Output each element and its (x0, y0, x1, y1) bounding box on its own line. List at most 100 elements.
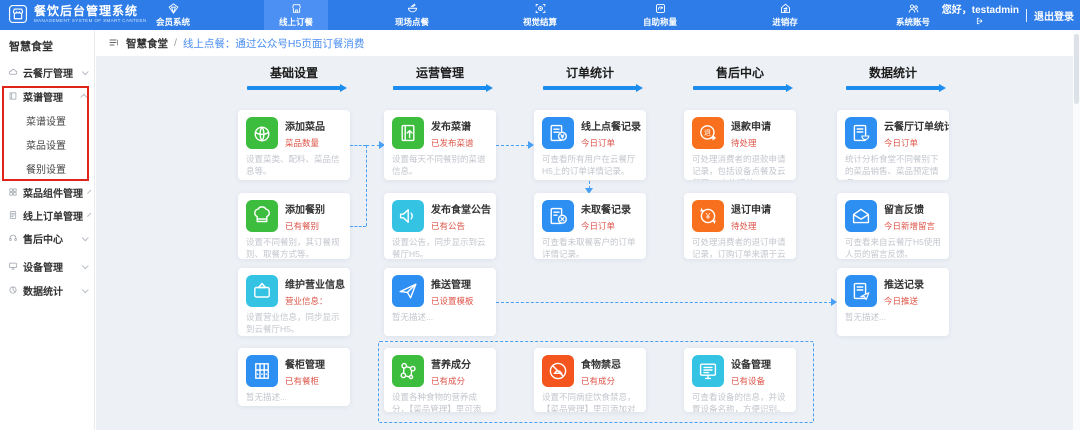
card-push-management[interactable]: 推送管理 已设置模板 暂无描述... (384, 268, 496, 336)
column-header-basic-settings: 基础设置 (238, 64, 350, 92)
card-description: 可查看未取餐客户的订单详情记录。 (542, 237, 636, 259)
sidebar-title: 智慧食堂 (9, 41, 53, 53)
users-icon (907, 2, 920, 15)
topnav-label: 进销存 (772, 17, 798, 27)
column-header-operation: 运营管理 (384, 64, 496, 92)
no-food-icon (542, 355, 574, 387)
topnav-label: 自助称量 (642, 17, 677, 27)
card-device-management[interactable]: 设备管理 已有设备 可查看设备的信息，并设置设备名称，方便识别。 (684, 348, 796, 412)
card-description: 暂无描述... (845, 312, 887, 322)
storefront-icon (290, 2, 303, 15)
connector-line (350, 145, 366, 146)
card-feedback[interactable]: 留言反馈 今日新增留言 可查看来自云餐厅H5使用人员的留言反馈。 (837, 193, 949, 259)
card-cloud-order-stats[interactable]: 云餐厅订单统计今日订单 统计分析食堂不同餐别下的菜品销售、菜品预定情况。 (837, 110, 949, 180)
stats-pie-icon (8, 285, 18, 295)
status-text: 已有公告 (431, 221, 466, 231)
menu-book-up-icon (392, 117, 424, 149)
refund-icon: 退 (692, 117, 724, 149)
card-description: 可处理消费者的退订申请记录，订购订单来源于云餐厅H5上的订单。 (692, 237, 786, 259)
topnav-visual-checkout[interactable]: 视觉结算 (504, 0, 576, 30)
flow-canvas: 基础设置 运营管理 订单统计 售后中心 数据统计 添加菜品 菜品数量 设置菜类、… (96, 56, 1080, 430)
card-business-info[interactable]: 维护营业信息 营业信息： 设置营业信息，同步显示到云餐厅H5。 (238, 268, 350, 336)
topnav-system-account[interactable]: 系统账号 (877, 0, 949, 30)
logout-button[interactable]: 退出登录 (1034, 8, 1074, 23)
status-text: 今日订单 (581, 221, 616, 231)
card-refund-request[interactable]: 退 退款申请待处理 可处理消费者的退款申请记录，包括设备点餐及云餐厅H5上的订单… (684, 110, 796, 180)
card-meal-cabinet[interactable]: 餐柜管理 已有餐柜 暂无描述... (238, 348, 350, 406)
card-cancel-order-request[interactable]: ¥ 退订申请待处理 可处理消费者的退订申请记录，订购订单来源于云餐厅H5上的订单… (684, 193, 796, 259)
chevron-down-icon (87, 189, 92, 194)
status-text: 今日推送 (884, 296, 919, 306)
card-online-order-record[interactable]: 线上点餐记录 今日订单 可查看所有用户在云餐厅H5上的订单详情记录。 (534, 110, 646, 180)
status-text: 菜品数量 (285, 138, 320, 148)
card-description: 设置每天不同餐别的菜谱信息。 (392, 154, 486, 176)
diamond-icon (167, 2, 180, 15)
svg-text:退: 退 (704, 128, 711, 137)
sidebar-item-online-orders[interactable]: 线上订单管理 (8, 205, 92, 225)
order-doc-icon (8, 210, 18, 220)
card-nutrition[interactable]: 营养成分已有成分 设置各种食物的营养成分，【菜品管理】里可添加对应的食物及分..… (384, 348, 496, 412)
inventory-house-icon (779, 2, 792, 15)
cloud-icon (8, 67, 18, 77)
connector-line (350, 226, 366, 227)
card-description: 设置不同餐别，其订餐规则、取餐方式等。 (246, 237, 340, 259)
status-text: 已有餐别 (285, 221, 320, 231)
topnav-label: 现场点餐 (394, 17, 429, 27)
column-header-data-stats: 数据统计 (837, 64, 949, 92)
topnav-label: 系统账号 (895, 17, 930, 27)
breadcrumb-separator: / (174, 37, 177, 49)
sidebar-item-aftersales-center[interactable]: 售后中心 (8, 228, 89, 248)
topnav-member-system[interactable]: 会员系统 (137, 0, 209, 30)
sidebar-subitem-dish-settings[interactable]: 菜品设置 (26, 134, 66, 154)
switch-account-icon (976, 17, 984, 25)
sidebar-item-dish-components[interactable]: 菜品组件管理 (8, 182, 92, 202)
topnav-onsite-ordering[interactable]: 现场点餐 (376, 0, 448, 30)
card-publish-menu[interactable]: 发布菜谱 已发布菜谱 设置每天不同餐别的菜谱信息。 (384, 110, 496, 180)
sidebar-subitem-recipe-settings[interactable]: 菜谱设置 (26, 110, 66, 130)
status-text: 待处理 (731, 221, 757, 231)
sidebar-item-data-statistics[interactable]: 数据统计 (8, 280, 89, 300)
topnav-self-weighing[interactable]: 自助称量 (624, 0, 696, 30)
blue-arrow-bar (543, 83, 643, 92)
connector-line (496, 145, 529, 146)
molecule-icon (392, 355, 424, 387)
sidebar-subitem-meal-settings[interactable]: 餐别设置 (26, 158, 66, 178)
scrollbar-track[interactable] (1073, 30, 1080, 430)
card-add-dish[interactable]: 添加菜品 菜品数量 设置菜类、配料、菜品信息等。 (238, 110, 350, 180)
topnav-label: 线上订餐 (278, 17, 313, 27)
breadcrumb-current[interactable]: 线上点餐：通过公众号H5页面订餐消费 (183, 36, 364, 51)
topnav-online-ordering[interactable]: 线上订餐 (264, 0, 328, 30)
sidebar-item-device-management[interactable]: 设备管理 (8, 256, 89, 276)
blue-arrow-bar (247, 83, 347, 92)
sidebar-item-cloud-restaurant[interactable]: 云餐厅管理 (8, 62, 89, 82)
card-unclaimed-meal-record[interactable]: 未取餐记录 今日订单 可查看未取餐客户的订单详情记录。 (534, 193, 646, 259)
connector-line (366, 145, 380, 146)
card-description: 统计分析食堂不同餐别下的菜品销售、菜品预定情况。 (845, 154, 939, 180)
connector-line (366, 145, 367, 226)
card-push-record[interactable]: 推送记录 今日推送 暂无描述... (837, 268, 949, 336)
sidebar-item-recipe-management[interactable]: 菜谱管理 (8, 86, 89, 106)
topnav-inventory[interactable]: 进销存 (749, 0, 821, 30)
card-add-meal-type[interactable]: 添加餐别 已有餐别 设置不同餐别，其订餐规则、取餐方式等。 (238, 193, 350, 259)
user-area: 您好，testadmin 退出登录 (942, 0, 1074, 30)
chevron-down-icon (81, 261, 89, 269)
app-window: 餐饮后台管理系统 MANAGEMENT SYSTEM OF SMART CANT… (0, 0, 1080, 430)
divider (1026, 8, 1027, 22)
card-description: 可查看来自云餐厅H5使用人员的留言反馈。 (845, 237, 941, 259)
topnav-label: 会员系统 (155, 17, 190, 27)
user-greeting[interactable]: 您好，testadmin (942, 5, 1019, 25)
card-canteen-notice[interactable]: 发布食堂公告 已有公告 设置公告，同步显示到云餐厅H5。 (384, 193, 496, 259)
chevron-down-icon (81, 67, 89, 75)
card-description: 设置营业信息，同步显示到云餐厅H5。 (246, 312, 340, 334)
list-icon (108, 37, 120, 49)
app-subtitle: MANAGEMENT SYSTEM OF SMART CANTEEN (34, 18, 147, 24)
card-food-taboo[interactable]: 食物禁忌已有成分 设置不同病症饮食禁忌，【菜品管理】里可添加对应的。 (534, 348, 646, 412)
chevron-up-icon (80, 93, 88, 101)
svg-text:¥: ¥ (705, 212, 711, 221)
doc-cancel-icon (542, 200, 574, 232)
connector-line (589, 181, 590, 189)
scrollbar-thumb[interactable] (1074, 34, 1079, 104)
card-description: 可处理消费者的退款申请记录，包括设备点餐及云餐厅H5上的订单... (692, 154, 786, 180)
scan-eye-icon (534, 2, 547, 15)
chef-hat-icon (246, 200, 278, 232)
